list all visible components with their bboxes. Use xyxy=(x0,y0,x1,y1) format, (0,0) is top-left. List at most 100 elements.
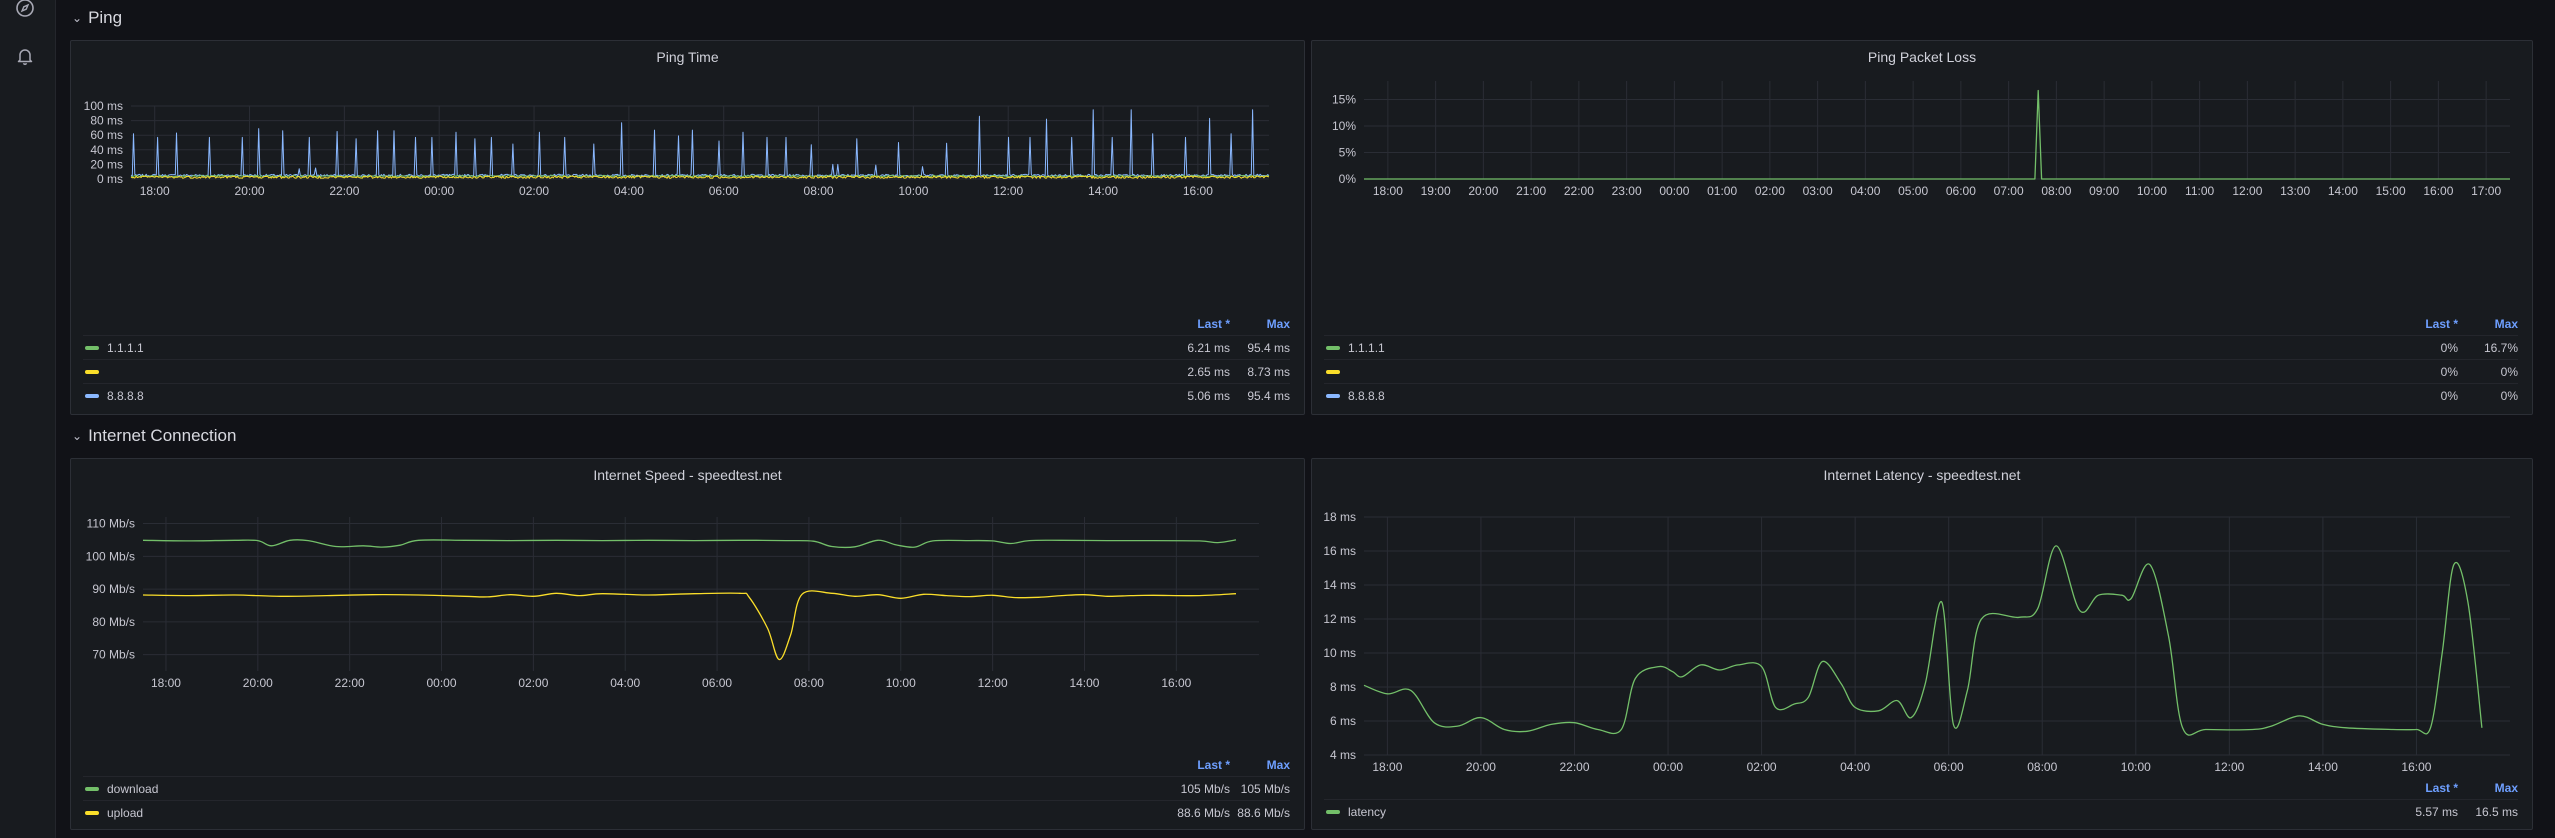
legend-header-max[interactable]: Max xyxy=(1230,317,1290,331)
legend-series-name[interactable]: latency xyxy=(1348,805,2398,819)
legend-series-name[interactable]: 1.1.1.1 xyxy=(1348,341,2398,355)
legend-color-swatch[interactable] xyxy=(1326,393,1340,398)
legend-item[interactable]: 8.8.8.8 5.06 ms 95.4 ms xyxy=(83,383,1290,407)
x-tick-label: 14:00 xyxy=(1088,184,1118,198)
legend-header: Last * Max xyxy=(83,754,1290,776)
legend-header: Last * Max xyxy=(1324,313,2518,335)
legend-header-last[interactable]: Last * xyxy=(1170,317,1230,331)
x-tick-label: 12:00 xyxy=(2232,184,2262,198)
series-line-1.1.1.1 xyxy=(1364,89,2510,180)
x-tick-label: 12:00 xyxy=(993,184,1023,198)
x-tick-label: 06:00 xyxy=(709,184,739,198)
legend-series-name[interactable]: download xyxy=(107,782,1170,796)
legend-color-swatch[interactable] xyxy=(85,810,99,815)
legend-header-max[interactable]: Max xyxy=(2458,781,2518,795)
legend-color-swatch[interactable] xyxy=(1326,369,1340,374)
legend-series-name[interactable]: upload xyxy=(107,806,1170,820)
legend-header-max[interactable]: Max xyxy=(1230,758,1290,772)
y-tick-label: 15% xyxy=(1332,93,1356,107)
legend-item[interactable]: 0% 0% xyxy=(1324,359,2518,383)
x-tick-label: 06:00 xyxy=(1934,760,1964,774)
x-tick-label: 16:00 xyxy=(1183,184,1213,198)
row-header-internet-connection[interactable]: ⌄ Internet Connection xyxy=(72,424,236,448)
panel-internet-speed: Internet Speed - speedtest.net 70 Mb/s 80… xyxy=(70,458,1305,830)
row-header-ping[interactable]: ⌄ Ping xyxy=(72,6,122,30)
y-tick-label: 100 Mb/s xyxy=(86,549,135,563)
legend-item[interactable]: 1.1.1.1 6.21 ms 95.4 ms xyxy=(83,335,1290,359)
x-tick-label: 07:00 xyxy=(1994,184,2024,198)
legend-header-max[interactable]: Max xyxy=(2458,317,2518,331)
x-tick-label: 01:00 xyxy=(1707,184,1737,198)
x-tick-label: 22:00 xyxy=(1564,184,1594,198)
x-tick-label: 09:00 xyxy=(2089,184,2119,198)
y-tick-label: 10 ms xyxy=(1323,646,1356,660)
legend-color-swatch[interactable] xyxy=(85,786,99,791)
y-tick-label: 0 ms xyxy=(97,172,123,186)
x-tick-label: 18:00 xyxy=(1373,184,1403,198)
legend-last-value: 2.65 ms xyxy=(1187,364,1230,379)
legend-item[interactable]: latency 5.57 ms 16.5 ms xyxy=(1324,799,2518,823)
x-tick-label: 18:00 xyxy=(1372,760,1402,774)
panel-ping-packet-loss: Ping Packet Loss 0% 5% 10% 15% 18:00 19:00 20:… xyxy=(1311,40,2533,415)
legend-header-last[interactable]: Last * xyxy=(2398,781,2458,795)
legend: Last * Max download 105 Mb/s 105 Mb/s upload 8… xyxy=(83,754,1290,824)
x-tick-label: 02:00 xyxy=(1747,760,1777,774)
explore-icon[interactable] xyxy=(14,0,36,19)
legend-last-value: 0% xyxy=(2440,388,2458,403)
legend-header-last[interactable]: Last * xyxy=(1170,758,1230,772)
y-tick-label: 6 ms xyxy=(1330,714,1356,728)
x-tick-label: 03:00 xyxy=(1803,184,1833,198)
x-tick-label: 14:00 xyxy=(2328,184,2358,198)
legend: Last * Max 1.1.1.1 6.21 ms 95.4 ms 2.65 ms 8.7… xyxy=(83,313,1290,407)
legend-item[interactable]: 2.65 ms 8.73 ms xyxy=(83,359,1290,383)
x-tick-label: 13:00 xyxy=(2280,184,2310,198)
y-tick-label: 12 ms xyxy=(1323,612,1356,626)
x-tick-label: 22:00 xyxy=(335,676,365,690)
legend-series-name[interactable]: 8.8.8.8 xyxy=(1348,389,2398,403)
legend-max-value: 0% xyxy=(2500,364,2518,379)
legend-max-value: 105 Mb/s xyxy=(1240,781,1290,796)
x-tick-label: 00:00 xyxy=(427,676,457,690)
internet-speed-chart: 70 Mb/s 80 Mb/s 90 Mb/s 100 Mb/s 110 Mb/s 18:… xyxy=(86,517,1259,690)
legend-color-swatch[interactable] xyxy=(1326,809,1340,814)
legend-last-value: 88.6 Mb/s xyxy=(1177,805,1230,820)
alerting-bell-icon[interactable] xyxy=(14,45,36,67)
legend-color-swatch[interactable] xyxy=(85,393,99,398)
x-tick-label: 04:00 xyxy=(1850,184,1880,198)
legend-header-last[interactable]: Last * xyxy=(2398,317,2458,331)
chevron-down-icon: ⌄ xyxy=(72,429,83,443)
legend-series-name[interactable]: 8.8.8.8 xyxy=(107,389,1170,403)
x-tick-label: 12:00 xyxy=(978,676,1008,690)
y-tick-label: 4 ms xyxy=(1330,748,1356,762)
y-tick-label: 100 ms xyxy=(84,99,123,113)
y-tick-label: 20 ms xyxy=(90,157,123,171)
legend-max-value: 95.4 ms xyxy=(1247,340,1290,355)
x-tick-label: 08:00 xyxy=(804,184,834,198)
x-tick-label: 04:00 xyxy=(614,184,644,198)
legend-item[interactable]: download 105 Mb/s 105 Mb/s xyxy=(83,776,1290,800)
legend-item[interactable]: 8.8.8.8 0% 0% xyxy=(1324,383,2518,407)
legend-color-swatch[interactable] xyxy=(1326,345,1340,350)
legend-header: Last * Max xyxy=(83,313,1290,335)
x-tick-label: 15:00 xyxy=(2376,184,2406,198)
y-tick-label: 8 ms xyxy=(1330,680,1356,694)
x-tick-label: 21:00 xyxy=(1516,184,1546,198)
row-title: Internet Connection xyxy=(88,426,237,445)
legend-color-swatch[interactable] xyxy=(85,369,99,374)
y-tick-label: 60 ms xyxy=(90,128,123,142)
legend-item[interactable]: 1.1.1.1 0% 16.7% xyxy=(1324,335,2518,359)
row-title: Ping xyxy=(88,8,123,27)
x-tick-label: 10:00 xyxy=(898,184,928,198)
legend-last-value: 0% xyxy=(2440,340,2458,355)
x-tick-label: 04:00 xyxy=(1840,760,1870,774)
x-tick-label: 08:00 xyxy=(2027,760,2057,774)
x-tick-label: 02:00 xyxy=(518,676,548,690)
x-tick-label: 16:00 xyxy=(2401,760,2431,774)
legend-color-swatch[interactable] xyxy=(85,345,99,350)
legend-series-name[interactable]: 1.1.1.1 xyxy=(107,341,1170,355)
x-tick-label: 18:00 xyxy=(140,184,170,198)
side-menu xyxy=(0,0,56,838)
x-tick-label: 18:00 xyxy=(151,676,181,690)
legend-item[interactable]: upload 88.6 Mb/s 88.6 Mb/s xyxy=(83,800,1290,824)
y-tick-label: 16 ms xyxy=(1323,544,1356,558)
